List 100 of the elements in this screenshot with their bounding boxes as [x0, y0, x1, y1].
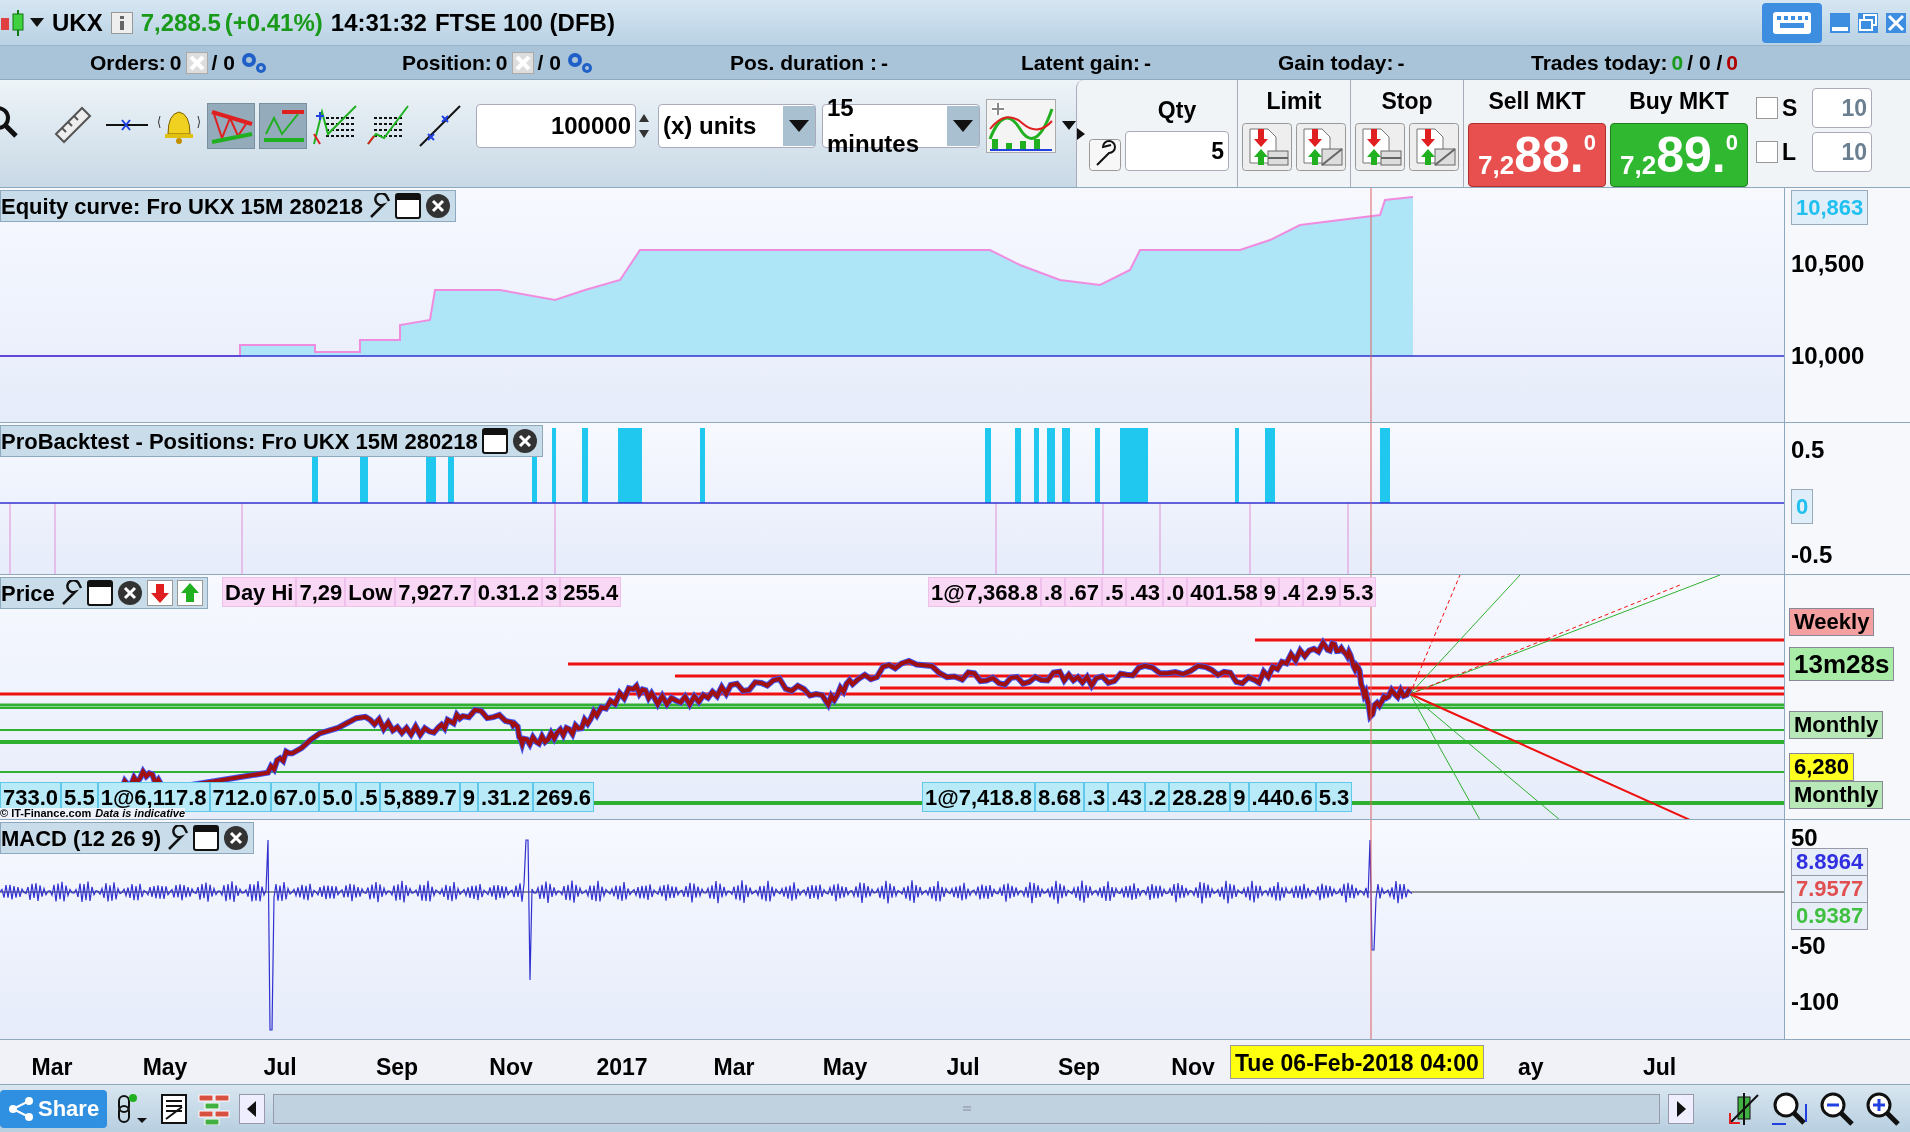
axis-date-label: Nov: [1171, 1053, 1215, 1082]
checkbox[interactable]: [1756, 97, 1778, 119]
market-label: Sell MKT: [1488, 87, 1586, 116]
level-label: .440.6: [1248, 782, 1316, 812]
quantity-field[interactable]: 5: [1125, 131, 1229, 171]
status-value: 0: [495, 49, 508, 76]
level-label: 28.28: [1169, 782, 1231, 812]
window-icon[interactable]: [394, 193, 421, 219]
level-label: 5.3: [1315, 782, 1353, 812]
level-label: .43: [1126, 577, 1163, 607]
scroll-right-icon[interactable]: [1668, 1093, 1694, 1124]
checkbox[interactable]: [1756, 141, 1778, 163]
axis-date-label: Jul: [263, 1053, 297, 1082]
units-dropdown[interactable]: (x) units: [658, 103, 816, 148]
qty-label: Qty: [1157, 95, 1197, 125]
dropdown-icon[interactable]: [947, 105, 979, 146]
axis-date-label: ay: [1518, 1053, 1544, 1082]
window-icon[interactable]: [86, 580, 113, 606]
level-label: Day Hi: [222, 577, 297, 607]
level-label: .5: [1102, 577, 1127, 607]
scroll-left-icon[interactable]: [239, 1093, 266, 1124]
stop-order-icon[interactable]: [1409, 122, 1459, 171]
level-label: .3: [1083, 782, 1109, 812]
status-label: Latent gain:: [1021, 49, 1140, 76]
level-tag: 6,280: [1789, 753, 1855, 781]
dropdown-icon[interactable]: [783, 105, 815, 146]
axis-tick-label: 10,500: [1791, 252, 1865, 276]
level-tag: 13m28s: [1789, 647, 1895, 681]
close-icon[interactable]: [424, 193, 451, 219]
wrench-icon[interactable]: [1089, 139, 1121, 171]
side-label: S: [1782, 93, 1799, 123]
amount-field[interactable]: 100000: [476, 103, 636, 148]
distance-field[interactable]: 10: [1812, 88, 1872, 128]
limit-order-icon[interactable]: [1296, 122, 1346, 171]
indicator-value-tag: 7.9577: [1791, 875, 1869, 903]
axis-date-label: Nov: [489, 1053, 533, 1082]
order-type-label: Limit: [1266, 87, 1322, 116]
level-label: 0.31.2: [474, 577, 542, 607]
status-value: 0: [1726, 49, 1738, 76]
current-value-tag: 10,863: [1791, 190, 1869, 225]
caret-icon[interactable]: [1062, 120, 1076, 131]
status-value: 0: [1671, 49, 1684, 76]
scroll-grip-icon[interactable]: [962, 1104, 971, 1113]
level-label: 1@7,418.8: [922, 782, 1036, 812]
caret-icon[interactable]: [30, 17, 44, 28]
window-icon[interactable]: [193, 825, 220, 851]
close-icon[interactable]: [223, 825, 250, 851]
scrollbar-track[interactable]: [273, 1093, 1660, 1124]
level-tag: Weekly: [1789, 608, 1875, 636]
axis-date-label: Mar: [713, 1053, 755, 1082]
distance-field[interactable]: 10: [1812, 132, 1872, 172]
caret-icon[interactable]: [1077, 127, 1085, 140]
axis-date-label: May: [822, 1053, 868, 1082]
change-text: (+0.41%): [224, 7, 323, 38]
axis-date-label: Sep: [375, 1053, 419, 1082]
close-icon[interactable]: [116, 580, 143, 606]
share-icon: [8, 1095, 34, 1122]
level-label: .5: [356, 782, 381, 812]
level-tag: Monthly: [1789, 711, 1884, 739]
time-text: 14:31:32: [330, 7, 427, 38]
cursor-date-tag: Tue 06-Feb-2018 04:00: [1230, 1045, 1484, 1079]
indicator-value-tag: 8.8964: [1791, 848, 1869, 876]
price-text: 7,288.5: [140, 7, 221, 38]
axis-tick-label: 0.5: [1791, 438, 1825, 462]
level-label: .43: [1108, 782, 1145, 812]
window-icon[interactable]: [481, 428, 508, 454]
info-icon[interactable]: [110, 11, 133, 34]
trade-marker-line: [9, 502, 11, 574]
panel-title: Price: [1, 579, 55, 608]
keyboard-icon: [1772, 10, 1812, 35]
trade-marker-line: [54, 502, 56, 574]
level-label: 7,29: [296, 577, 346, 607]
status-value: / 0 /: [1687, 49, 1723, 76]
trade-marker-line: [1249, 502, 1251, 574]
keyboard-button[interactable]: [1762, 2, 1822, 43]
level-label: 712.0: [209, 782, 271, 812]
order-type-label: Stop: [1381, 87, 1433, 116]
report-icon[interactable]: [159, 1092, 190, 1125]
status-value: -: [1397, 49, 1405, 76]
level-label: .0: [1163, 577, 1188, 607]
autoscale-icon[interactable]: [1726, 1090, 1762, 1127]
panel-title: ProBacktest - Positions: Fro UKX 15M 280218: [1, 427, 478, 456]
bricks-icon[interactable]: [197, 1092, 232, 1125]
level-label: 8.68: [1035, 782, 1084, 812]
share-button[interactable]: Share: [0, 1089, 108, 1128]
status-label: Trades today:: [1531, 49, 1668, 76]
market-label: Buy MKT: [1629, 87, 1729, 116]
close-icon[interactable]: [511, 428, 538, 454]
level-label: 67.0: [270, 782, 320, 812]
status-value: / 0: [211, 49, 235, 76]
panel-title: MACD (12 26 9): [1, 824, 162, 853]
limit-order-icon[interactable]: [1242, 122, 1292, 171]
restore-icon[interactable]: [1858, 12, 1878, 33]
minimize-icon[interactable]: [1830, 12, 1850, 33]
level-tag: Monthly: [1789, 781, 1884, 809]
stop-order-icon[interactable]: [1355, 122, 1405, 171]
level-label: 269.6: [532, 782, 595, 812]
level-label: .2: [1144, 782, 1170, 812]
level-label: .31.2: [478, 782, 533, 812]
indicator-icon[interactable]: [986, 98, 1056, 153]
